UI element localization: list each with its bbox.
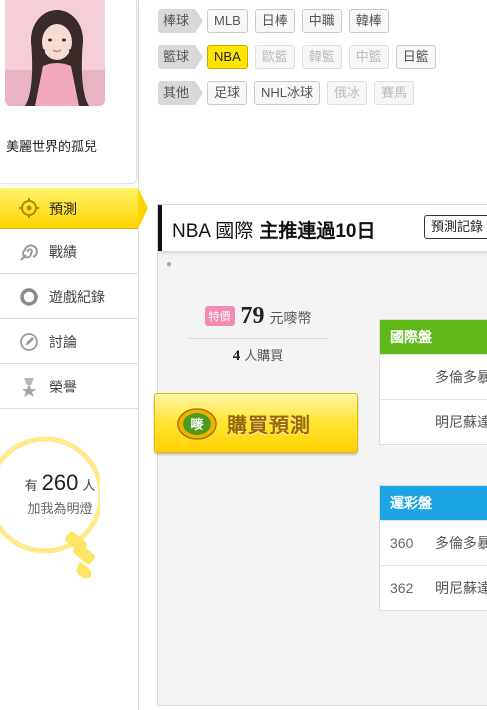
category-row: 棒球 MLB 日棒 中職 韓棒 — [158, 8, 396, 34]
ring-icon — [18, 286, 40, 308]
sidebar-item-label: 預測 — [49, 201, 77, 217]
featured-title: 主推連過10日 — [259, 221, 376, 242]
sidebar-item-label: 榮譽 — [49, 379, 77, 395]
sidebar-item-game-log[interactable]: 遊戲紀錄 — [0, 274, 138, 319]
sidebar-item-record[interactable]: 戰績 — [0, 229, 138, 274]
price-box: 特價 79 元嘜幣 4 人購買 — [188, 303, 328, 365]
sidebar-item-label: 遊戲紀錄 — [49, 289, 105, 305]
drop-icon: ● — [166, 259, 173, 270]
league-tag[interactable]: NHL冰球 — [254, 81, 321, 105]
market-row[interactable]: 明尼蘇達 — [380, 399, 487, 444]
category-row: 籃球 NBA 歐籃 韓籃 中籃 日籃 — [158, 44, 443, 70]
price-value: 79 — [240, 303, 265, 329]
coin-icon: 嘜 — [177, 407, 217, 446]
market-title: 國際盤 — [380, 320, 487, 354]
game-code: 362 — [390, 580, 414, 596]
sidebar-nav: 預測 戰績 遊戲紀錄 討論 榮譽 — [0, 188, 138, 409]
buy-button-label: 購買預測 — [227, 415, 311, 437]
market-title: 運彩盤 — [380, 486, 487, 520]
market-row[interactable]: 多倫多暴 — [380, 354, 487, 399]
league-tag[interactable]: 中籃 — [348, 45, 389, 69]
page-title: NBA 國際 主推連過10日 — [172, 216, 375, 243]
target-icon — [18, 197, 40, 219]
team-name: 多倫多暴 — [435, 535, 487, 551]
profile-card: 美麗世界的孤兒 — [0, 0, 137, 184]
team-name: 多倫多暴 — [435, 369, 487, 385]
prediction-record-button[interactable]: 預測記錄 — [424, 215, 487, 239]
spiral-icon — [18, 241, 40, 263]
team-name: 明尼蘇達 — [435, 580, 487, 596]
international-market-card: 國際盤 多倫多暴 明尼蘇達 — [379, 319, 487, 445]
nav-active-pointer — [138, 188, 148, 229]
pencil-icon — [18, 331, 40, 353]
category-head: 棒球 — [158, 9, 204, 33]
sidebar-item-honor[interactable]: 榮譽 — [0, 364, 138, 409]
username[interactable]: 美麗世界的孤兒 — [6, 136, 97, 155]
buyers-number: 4 — [232, 348, 241, 364]
league-tag[interactable]: NBA — [207, 45, 248, 69]
league-title: NBA 國際 — [172, 221, 254, 242]
buyers-suffix: 人購買 — [244, 348, 284, 363]
league-tag[interactable]: 俄冰 — [327, 81, 368, 105]
league-tag[interactable]: 中職 — [301, 9, 342, 33]
league-tag[interactable]: 日籃 — [395, 45, 436, 69]
sidebar-item-label: 戰績 — [49, 244, 77, 260]
league-tag[interactable]: 賽馬 — [374, 81, 415, 105]
game-code: 360 — [390, 535, 414, 551]
special-price-badge: 特價 — [204, 306, 235, 326]
league-tag[interactable]: 日棒 — [254, 9, 295, 33]
team-name: 明尼蘇達 — [435, 414, 487, 430]
price-unit: 元嘜幣 — [269, 310, 312, 326]
medal-icon — [18, 376, 40, 398]
category-row: 其他 足球 NHL冰球 俄冰 賽馬 — [158, 80, 421, 106]
sidebar-item-discussion[interactable]: 討論 — [0, 319, 138, 364]
market-row[interactable]: 360 多倫多暴 — [380, 520, 487, 565]
fans-counter[interactable]: 有 260 人 加我為明燈 — [0, 470, 120, 517]
avatar[interactable] — [5, 0, 105, 106]
market-row[interactable]: 362 明尼蘇達 — [380, 565, 487, 610]
league-tag[interactable]: 歐籃 — [254, 45, 295, 69]
sidebar-item-predict[interactable]: 預測 — [0, 188, 138, 229]
fans-suffix: 人 — [82, 478, 96, 493]
league-tag[interactable]: 足球 — [207, 81, 248, 105]
buy-prediction-button[interactable]: 嘜 購買預測 — [154, 393, 358, 453]
fans-count: 260 — [41, 470, 79, 495]
sports-lottery-market-card: 運彩盤 360 多倫多暴 362 明尼蘇達 — [379, 485, 487, 611]
panel-header: NBA 國際 主推連過10日 預測記錄 — [158, 205, 487, 251]
follow-as-beacon-label: 加我為明燈 — [27, 501, 93, 516]
sidebar-item-label: 討論 — [49, 334, 77, 350]
league-tag[interactable]: 韓棒 — [348, 9, 389, 33]
prediction-panel: NBA 國際 主推連過10日 預測記錄 ● 特價 79 元嘜幣 4 人購買 嘜 購買… — [154, 204, 487, 706]
buyers-count: 4 人購買 — [188, 345, 328, 365]
coin-icon-text: 嘜 — [190, 417, 204, 433]
price-divider — [188, 338, 328, 339]
sidebar: 美麗世界的孤兒 預測 戰績 遊戲紀錄 討論 榮譽 有 260 人 加我為明燈 — [0, 0, 148, 710]
league-tag[interactable]: MLB — [207, 9, 248, 33]
league-tag[interactable]: 韓籃 — [301, 45, 342, 69]
fans-prefix: 有 — [24, 478, 38, 493]
category-head: 其他 — [158, 81, 204, 105]
category-head: 籃球 — [158, 45, 204, 69]
